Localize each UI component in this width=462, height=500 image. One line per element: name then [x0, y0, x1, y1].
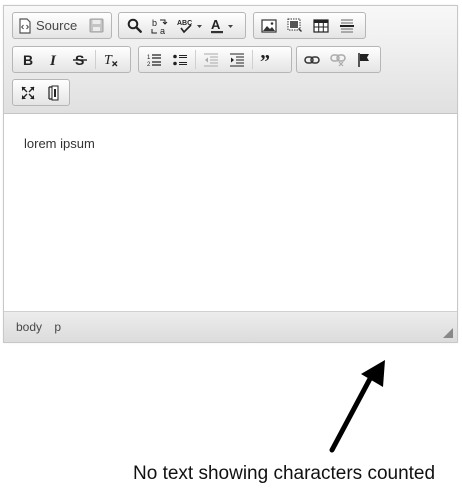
- strikethrough-icon: S: [73, 52, 87, 68]
- svg-text:A: A: [211, 17, 221, 32]
- basic-styles-group: B I S T: [12, 46, 131, 73]
- svg-text:a: a: [160, 26, 165, 35]
- content-paragraph[interactable]: lorem ipsum: [24, 136, 95, 151]
- replace-button[interactable]: b a: [147, 15, 173, 36]
- paragraph-group: 1 2 ”: [138, 46, 292, 73]
- rich-text-editor: Source b a ABC A B I S T 1 2 ” lorem ips…: [3, 5, 458, 343]
- image-icon: [261, 18, 277, 33]
- svg-text:I: I: [49, 53, 57, 68]
- maximize-icon: [21, 86, 35, 99]
- source-icon: [19, 17, 31, 34]
- maximize-button[interactable]: [15, 82, 41, 103]
- svg-text:T: T: [104, 53, 113, 68]
- replace-icon: b a: [151, 18, 168, 35]
- show-blocks-icon: [48, 85, 59, 100]
- numbered-list-button[interactable]: 1 2: [141, 49, 167, 70]
- toolbar-separator: [195, 50, 196, 69]
- source-label: Source: [36, 18, 78, 33]
- editor-toolbar: Source b a ABC A B I S T 1 2 ”: [4, 6, 457, 114]
- document-group: Source: [12, 12, 112, 39]
- save-icon: [89, 18, 103, 33]
- table-icon: [313, 18, 329, 33]
- flash-icon: [287, 18, 302, 32]
- unlink-button[interactable]: [325, 49, 351, 70]
- text-color-button[interactable]: A: [207, 15, 239, 36]
- bold-button[interactable]: B: [15, 49, 41, 70]
- table-button[interactable]: [308, 15, 334, 36]
- horizontal-line-icon: [340, 19, 354, 32]
- resize-handle-icon[interactable]: [443, 328, 453, 338]
- path-body[interactable]: body: [16, 320, 42, 334]
- horizontal-line-button[interactable]: [334, 15, 360, 36]
- links-group: [296, 46, 381, 73]
- image-button[interactable]: [256, 15, 282, 36]
- decrease-indent-button[interactable]: [198, 49, 224, 70]
- italic-icon: I: [49, 53, 57, 68]
- increase-indent-button[interactable]: [224, 49, 250, 70]
- bold-icon: B: [23, 52, 33, 68]
- annotation-arrow-icon: [329, 360, 385, 453]
- link-icon: [304, 55, 320, 64]
- source-button[interactable]: Source: [15, 15, 83, 36]
- svg-text:2: 2: [147, 62, 151, 68]
- editor-status-bar: body p: [4, 311, 457, 342]
- toolbar-separator: [252, 50, 253, 69]
- show-blocks-button[interactable]: [41, 82, 67, 103]
- blockquote-icon: ”: [260, 52, 270, 68]
- flash-button[interactable]: [282, 15, 308, 36]
- svg-text:b: b: [152, 18, 157, 28]
- editing-group: b a ABC A: [118, 12, 246, 39]
- svg-text:1: 1: [147, 55, 151, 61]
- annotation-caption: No text showing characters counted: [133, 463, 436, 484]
- outdent-icon: [204, 53, 218, 66]
- save-button[interactable]: [83, 15, 109, 36]
- indent-icon: [230, 53, 244, 66]
- toolbar-separator: [95, 50, 96, 69]
- path-p[interactable]: p: [54, 320, 61, 334]
- numbered-list-icon: 1 2: [147, 53, 161, 68]
- link-button[interactable]: [299, 49, 325, 70]
- blockquote-button[interactable]: ”: [255, 49, 281, 70]
- anchor-button[interactable]: [351, 49, 377, 70]
- svg-text:B: B: [23, 52, 33, 68]
- strikethrough-button[interactable]: S: [67, 49, 93, 70]
- spellcheck-icon: ABC: [177, 20, 202, 33]
- remove-format-icon: T: [104, 53, 118, 68]
- unlink-icon: [330, 53, 346, 66]
- italic-button[interactable]: I: [41, 49, 67, 70]
- tools-group: [12, 79, 70, 106]
- bulleted-list-icon: [173, 54, 187, 65]
- bulleted-list-button[interactable]: [167, 49, 193, 70]
- text-color-icon: A: [211, 17, 233, 33]
- search-icon: [127, 18, 142, 33]
- find-button[interactable]: [121, 15, 147, 36]
- editor-content-area[interactable]: lorem ipsum: [4, 114, 457, 312]
- flag-icon: [358, 52, 369, 67]
- spellcheck-button[interactable]: ABC: [173, 15, 207, 36]
- element-path: body p: [16, 320, 70, 334]
- remove-format-button[interactable]: T: [98, 49, 124, 70]
- svg-text:”: ”: [260, 52, 270, 68]
- insert-group: [253, 12, 366, 39]
